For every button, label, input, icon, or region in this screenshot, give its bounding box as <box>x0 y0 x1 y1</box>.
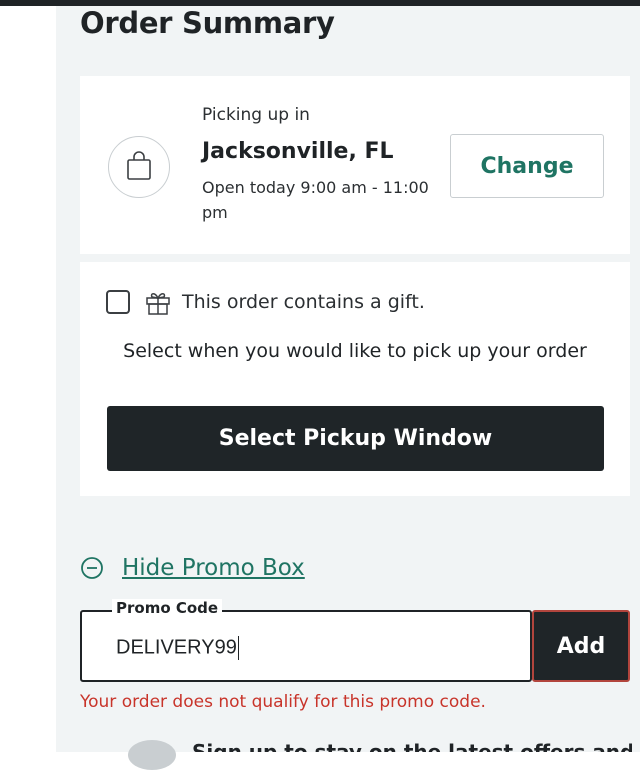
hide-promo-link[interactable]: Hide Promo Box <box>122 555 305 581</box>
promo-code-label: Promo Code <box>112 599 223 617</box>
gift-checkbox[interactable] <box>106 290 130 314</box>
change-location-button[interactable]: Change <box>450 134 604 198</box>
promo-code-input[interactable]: Promo Code DELIVERY99 <box>80 599 532 682</box>
store-hours: Open today 9:00 am - 11:00 pm <box>202 178 429 222</box>
add-promo-button[interactable]: Add <box>532 610 630 682</box>
pickup-options-card: This order contains a gift. Select when … <box>80 262 630 496</box>
signup-icon <box>128 740 176 770</box>
promo-error-message: Your order does not qualify for this pro… <box>80 692 486 712</box>
text-cursor <box>237 636 240 660</box>
shopping-bag-icon <box>108 136 170 198</box>
promo-code-text: DELIVERY99 <box>116 636 237 659</box>
signup-text: Sign up to stay on the latest offers and… <box>192 740 632 752</box>
left-gutter <box>0 6 56 752</box>
page-title: Order Summary <box>80 6 335 40</box>
gift-icon <box>146 293 170 315</box>
promo-code-value[interactable]: DELIVERY99 <box>116 636 240 660</box>
pickup-location-card: Picking up in Jacksonville, FL Open toda… <box>80 76 630 254</box>
pickup-window-prompt: Select when you would like to pick up yo… <box>123 340 587 362</box>
minus-circle-icon <box>81 557 103 579</box>
promo-toggle[interactable]: Hide Promo Box <box>80 555 305 581</box>
gift-label[interactable]: This order contains a gift. <box>182 291 425 313</box>
select-pickup-window-button[interactable]: Select Pickup Window <box>107 406 604 471</box>
pickup-city: Jacksonville, FL <box>202 139 394 164</box>
gift-option-row: This order contains a gift. <box>106 288 425 316</box>
pickup-label: Picking up in <box>202 105 310 125</box>
